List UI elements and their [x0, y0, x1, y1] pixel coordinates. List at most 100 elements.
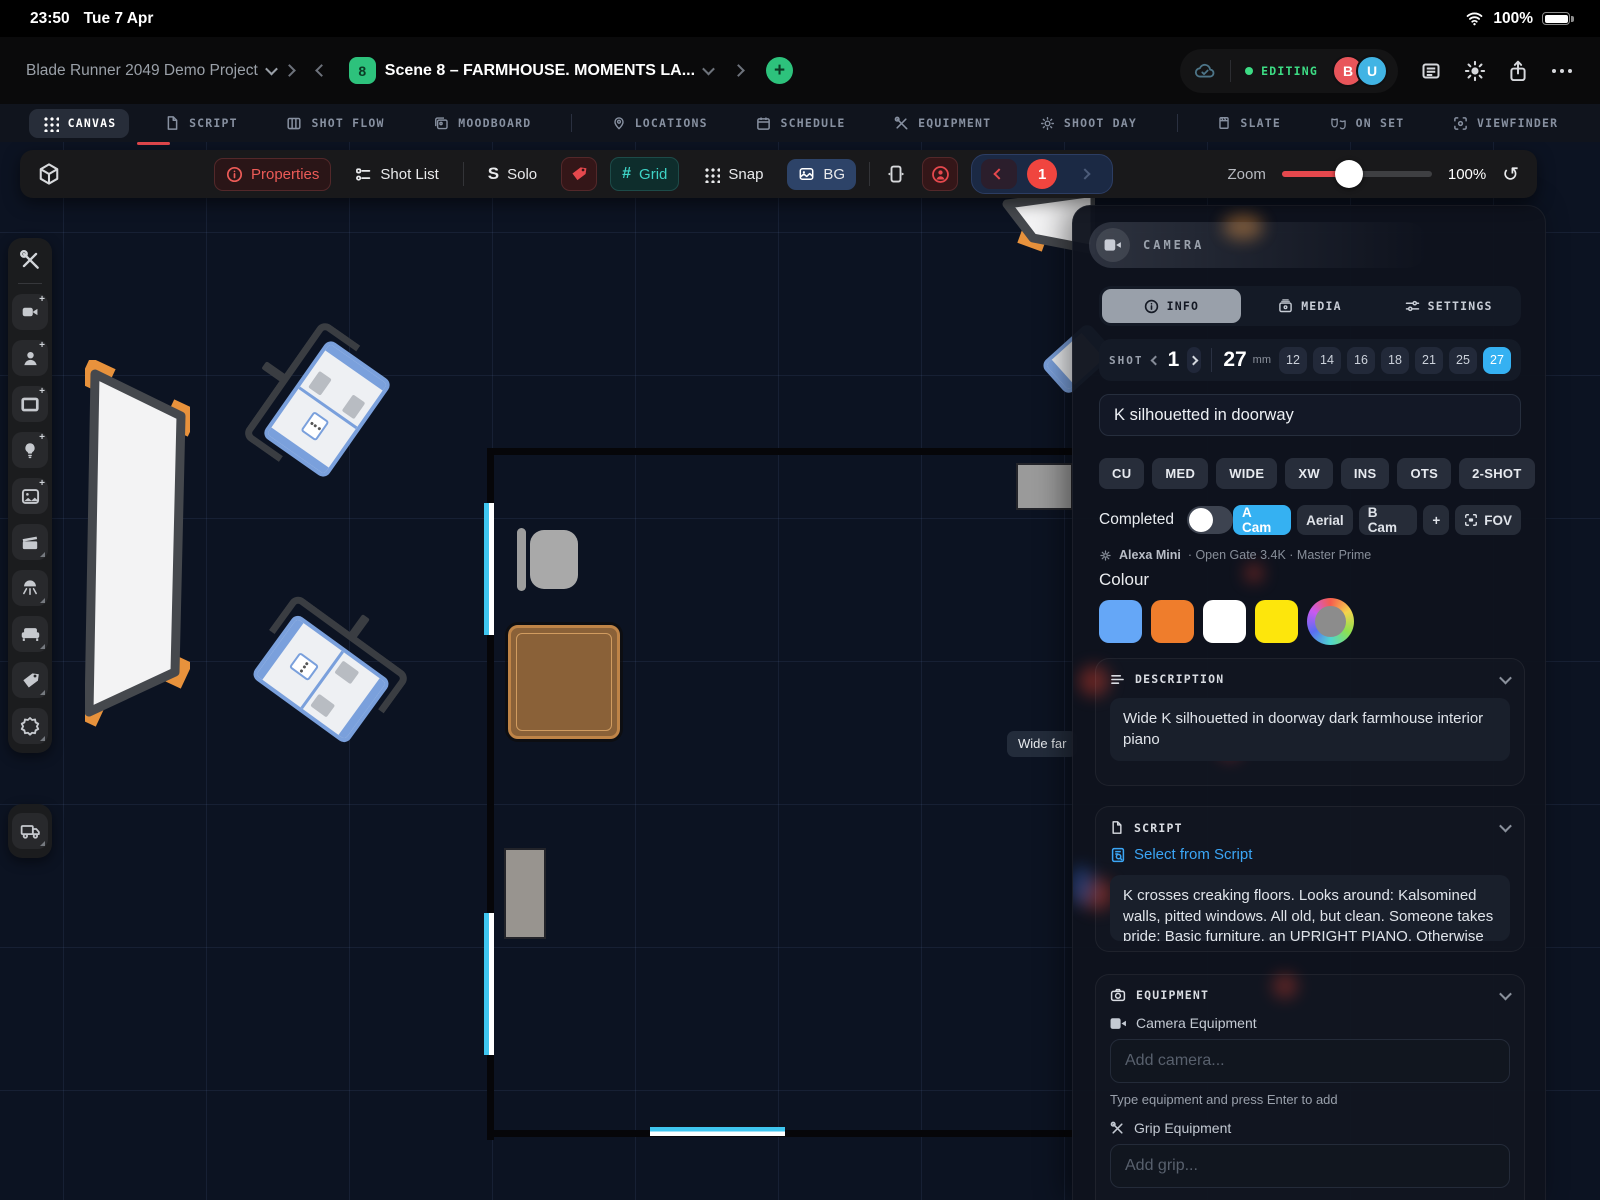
focal-option[interactable]: 16	[1347, 347, 1375, 374]
cabinet[interactable]	[1016, 463, 1073, 510]
avatar[interactable]: U	[1356, 55, 1388, 87]
next-shot-button[interactable]	[1067, 159, 1103, 189]
grid-toggle-button[interactable]: # Grid	[610, 157, 679, 191]
add-clapper-tool[interactable]	[12, 524, 48, 560]
cube-icon[interactable]	[38, 162, 60, 186]
tools-button[interactable]	[19, 247, 41, 273]
swatch-blue[interactable]	[1099, 600, 1142, 643]
focal-option[interactable]: 18	[1381, 347, 1409, 374]
brightness-icon[interactable]	[1464, 60, 1486, 82]
tab-slate[interactable]: SLATE	[1204, 109, 1294, 137]
select-from-script-link[interactable]: Select from Script	[1110, 846, 1510, 863]
window[interactable]	[484, 913, 494, 1055]
snap-toggle-button[interactable]: Snap	[692, 159, 774, 190]
bounce-frame[interactable]	[85, 360, 190, 728]
tab-canvas[interactable]: CANVAS	[29, 109, 130, 138]
background-button[interactable]: BG	[787, 159, 856, 190]
presence-button[interactable]	[922, 157, 958, 191]
zoom-slider-knob[interactable]	[1335, 160, 1363, 188]
size-option[interactable]: 2-SHOT	[1459, 458, 1534, 489]
add-furniture-tool[interactable]	[12, 616, 48, 652]
tab-moodboard[interactable]: MOODBOARD	[420, 110, 544, 137]
add-actor-tool[interactable]: +	[12, 340, 48, 376]
description-header[interactable]: DESCRIPTION	[1110, 672, 1510, 686]
swatch-yellow[interactable]	[1255, 600, 1298, 643]
light-skypanel[interactable]	[261, 338, 393, 479]
add-tag-tool[interactable]	[12, 662, 48, 698]
fov-button[interactable]: FOV	[1455, 505, 1521, 535]
light-skypanel[interactable]	[250, 613, 391, 745]
solo-button[interactable]: S Solo	[477, 157, 548, 191]
tab-shoot-day[interactable]: SHOOT DAY	[1027, 110, 1150, 137]
next-shot-button[interactable]	[1187, 347, 1201, 373]
size-option[interactable]: MED	[1152, 458, 1208, 489]
prev-shot-button[interactable]	[981, 159, 1017, 189]
cam-option-a[interactable]: A Cam	[1233, 505, 1291, 535]
focal-option[interactable]: 25	[1449, 347, 1477, 374]
swatch-white[interactable]	[1203, 600, 1246, 643]
add-vehicle-tool[interactable]	[12, 813, 48, 849]
focal-option[interactable]: 21	[1415, 347, 1443, 374]
window[interactable]	[650, 1127, 785, 1136]
add-flag-tool[interactable]: +	[12, 386, 48, 422]
script-header[interactable]: SCRIPT	[1110, 820, 1510, 835]
swatch-orange[interactable]	[1151, 600, 1194, 643]
tab-settings[interactable]: SETTINGS	[1379, 289, 1518, 323]
cam-option-b[interactable]: B Cam	[1359, 505, 1418, 535]
tab-media[interactable]: MEDIA	[1241, 289, 1380, 323]
add-scene-button[interactable]: +	[766, 57, 793, 84]
share-icon[interactable]	[1508, 60, 1528, 82]
collaborator-avatars[interactable]: B U	[1332, 55, 1388, 87]
add-grip-input[interactable]	[1110, 1144, 1510, 1188]
tag-button[interactable]	[561, 157, 597, 191]
project-switcher[interactable]: Blade Runner 2049 Demo Project	[26, 62, 276, 80]
add-camera-input[interactable]	[1110, 1039, 1510, 1083]
current-shot-badge[interactable]: 1	[1027, 159, 1057, 189]
chair[interactable]	[530, 530, 578, 589]
prev-scene-button[interactable]	[315, 64, 328, 77]
wall[interactable]	[490, 448, 1080, 455]
completed-toggle[interactable]	[1187, 506, 1233, 534]
more-menu-icon[interactable]	[1550, 67, 1574, 75]
size-option[interactable]: CU	[1099, 458, 1144, 489]
canvas[interactable]: Wide far Properties Shot List S Solo #	[0, 142, 1600, 1200]
properties-button[interactable]: Properties	[214, 158, 331, 191]
add-cam-button[interactable]: +	[1423, 505, 1449, 535]
chair-back[interactable]	[517, 528, 526, 591]
focal-option[interactable]: 14	[1313, 347, 1341, 374]
size-option[interactable]: XW	[1285, 458, 1333, 489]
focal-option[interactable]: 12	[1279, 347, 1307, 374]
shot-name-input[interactable]	[1099, 394, 1521, 436]
prev-shot-button[interactable]	[1150, 357, 1161, 364]
tab-viewfinder[interactable]: VIEWFINDER	[1440, 110, 1571, 137]
zoom-slider[interactable]	[1282, 171, 1432, 177]
tab-shot-flow[interactable]: SHOT FLOW	[273, 110, 397, 137]
size-option[interactable]: WIDE	[1216, 458, 1277, 489]
scene-selector[interactable]: Scene 8 – FARMHOUSE. MOMENTS LA...	[385, 62, 713, 80]
rotate-device-icon[interactable]	[883, 164, 909, 184]
piano[interactable]	[504, 848, 546, 939]
notes-panel-icon[interactable]	[1420, 61, 1442, 81]
description-textarea[interactable]: Wide K silhouetted in doorway dark farmh…	[1110, 698, 1510, 761]
tab-equipment[interactable]: EQUIPMENT	[881, 110, 1004, 137]
focal-option-selected[interactable]: 27	[1483, 347, 1511, 374]
add-camera-tool[interactable]: +	[12, 294, 48, 330]
add-light-tool[interactable]: +	[12, 432, 48, 468]
size-option[interactable]: OTS	[1397, 458, 1451, 489]
tab-info[interactable]: INFO	[1102, 289, 1241, 323]
window[interactable]	[484, 503, 494, 635]
swatch-colour-wheel[interactable]	[1307, 598, 1354, 645]
tab-on-set[interactable]: ON SET	[1317, 110, 1418, 137]
equipment-header[interactable]: EQUIPMENT	[1110, 988, 1510, 1002]
add-badge-tool[interactable]	[12, 708, 48, 744]
next-scene-button[interactable]	[732, 64, 745, 77]
add-practical-light-tool[interactable]	[12, 570, 48, 606]
cam-option-aerial[interactable]: Aerial	[1297, 505, 1353, 535]
tab-schedule[interactable]: SCHEDULE	[743, 110, 858, 137]
zoom-reset-button[interactable]: ↺	[1502, 162, 1519, 186]
script-excerpt[interactable]: K crosses creaking floors. Looks around:…	[1110, 875, 1510, 941]
scene-number-badge[interactable]: 8	[349, 57, 376, 84]
tab-locations[interactable]: LOCATIONS	[599, 109, 721, 137]
tab-script[interactable]: SCRIPT	[152, 109, 251, 137]
shot-list-button[interactable]: Shot List	[344, 159, 449, 190]
